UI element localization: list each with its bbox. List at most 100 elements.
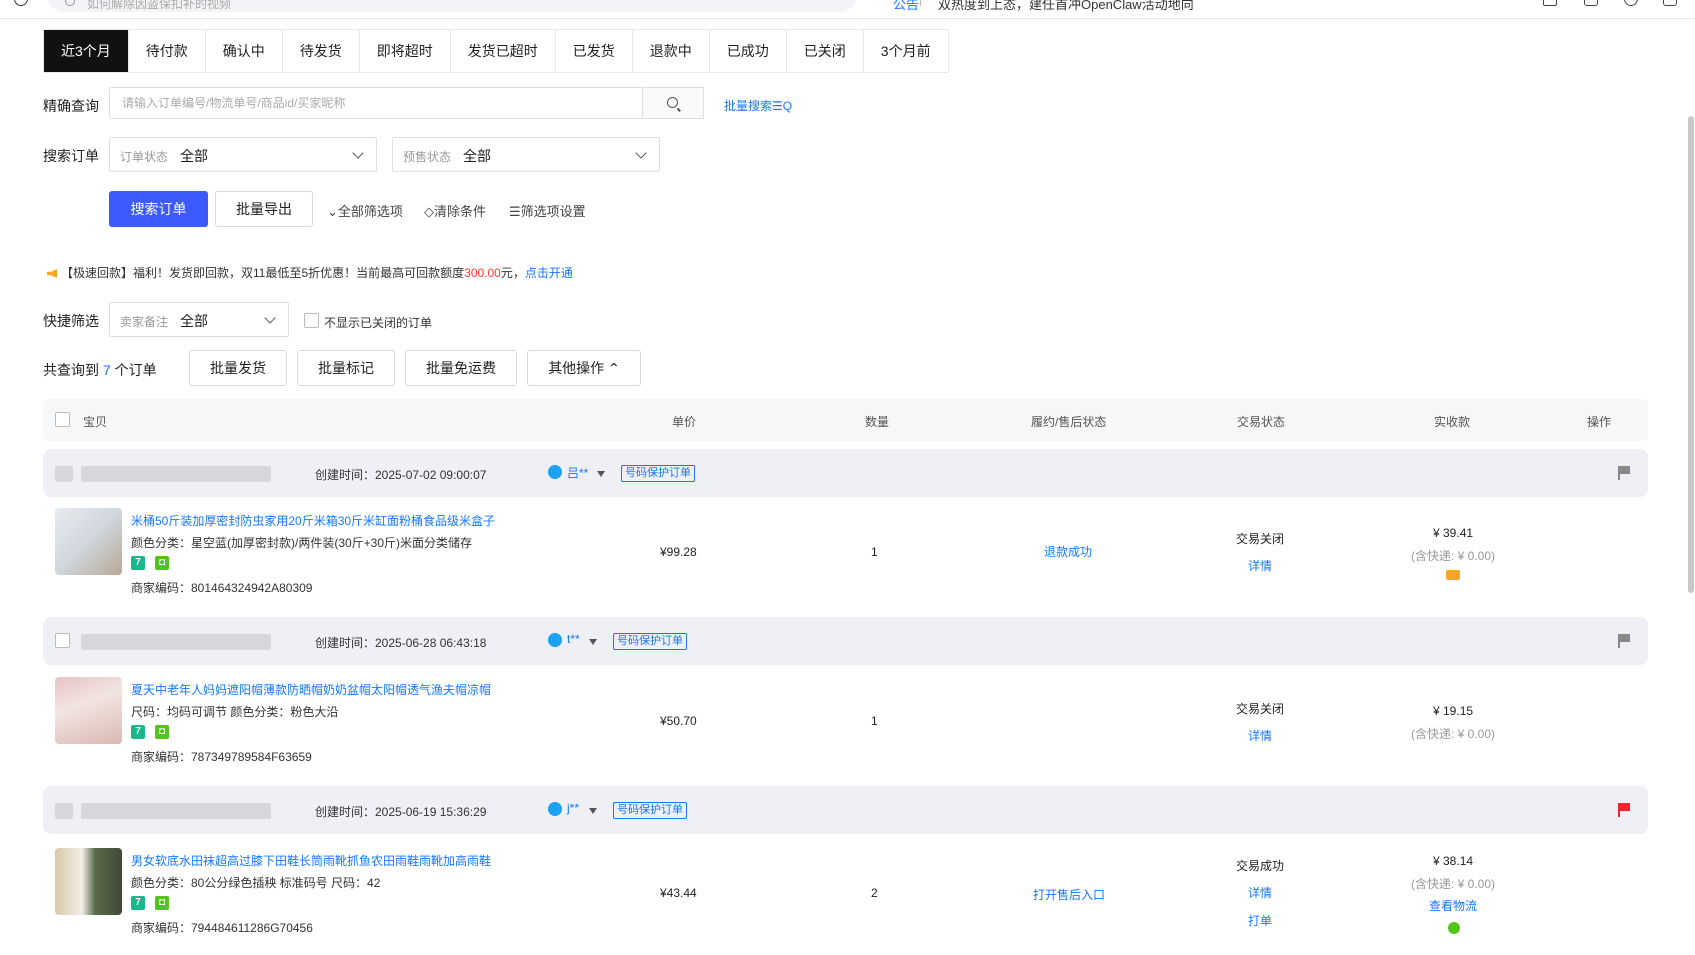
tab-closed[interactable]: 已关闭 [787, 30, 864, 72]
seller-remark-value: 全部 [180, 313, 208, 329]
message-icon[interactable] [1663, 0, 1677, 6]
order-detail-link[interactable]: 详情 [1248, 884, 1272, 901]
merchant-code: 商家编码：801464324942A80309 [131, 581, 313, 595]
order-detail-link[interactable]: 详情 [1248, 727, 1272, 744]
global-search[interactable]: 如何解除因盗保扣补的视频 [47, 0, 857, 12]
hide-closed-label: 不显示已关闭的订单 [324, 316, 433, 330]
promo-suffix: 元， [500, 266, 525, 280]
order-status-value: 全部 [180, 148, 208, 164]
select-all-checkbox[interactable] [55, 412, 70, 427]
tab-pending-payment[interactable]: 待付款 [129, 30, 206, 72]
result-count-suffix: 个订单 [114, 362, 157, 378]
product-spec: 颜色分类：80公分绿色插秧 标准码号 尺码：42 [131, 876, 381, 890]
bulk-free-shipping-button[interactable]: 批量免运费 [405, 350, 517, 386]
calendar-icon[interactable] [1584, 0, 1598, 6]
merchant-code: 商家编码：794484611286G70456 [131, 921, 313, 935]
buyer-chat-icon[interactable] [548, 465, 562, 479]
received-amount: ¥ 39.41 [1433, 526, 1474, 540]
order-checkbox-redacted [55, 803, 73, 819]
chevron-down-icon [264, 312, 276, 324]
flag-icon[interactable] [1618, 634, 1630, 648]
product-title[interactable]: 夏天中老年人妈妈遮阳帽薄款防晒帽奶奶盆帽太阳帽透气渔夫帽凉帽 [131, 681, 491, 698]
notice-text[interactable]: 双热度到上态，建任首冲OpenClaw活动地向 [938, 0, 1194, 13]
chevron-down-icon [352, 147, 364, 159]
product-image[interactable] [55, 848, 122, 915]
buyer-nickname[interactable]: t** [567, 632, 580, 646]
bulk-search-link[interactable]: 批量搜索☰Q [724, 97, 792, 114]
bulk-ship-button[interactable]: 批量发货 [189, 350, 287, 386]
buyer-nickname[interactable]: 吕** [567, 464, 588, 481]
promo-activate-link[interactable]: 点击开通 [525, 266, 573, 280]
promo-text: 【极速回款】福利！发货即回款，双11最低至5折优惠！当前最高可回款额度 [61, 266, 465, 280]
guarantee-icon: ◘ [155, 896, 169, 910]
fulfillment-status[interactable]: 退款成功 [1044, 543, 1092, 560]
tab-timeout-soon[interactable]: 即将超时 [360, 30, 451, 72]
page-scrollbar[interactable] [1688, 116, 1694, 593]
exact-query-search-button[interactable] [643, 87, 704, 119]
payment-card-icon [1446, 570, 1460, 580]
seller-remark-select[interactable]: 卖家备注 全部 [109, 302, 289, 337]
tab-succeeded[interactable]: 已成功 [710, 30, 787, 72]
filter-icon[interactable] [597, 471, 605, 477]
top-bar: 如何解除因盗保扣补的视频 公告 双热度到上态，建任首冲OpenClaw活动地向 [0, 0, 1695, 19]
order-table-header: 宝贝 单价 数量 履约/售后状态 交易状态 实收款 操作 [43, 399, 1648, 441]
order-created-time: 创建时间：2025-06-28 06:43:18 [315, 636, 487, 650]
all-filters-toggle[interactable]: ⌄全部筛选项 [327, 201, 403, 220]
help-icon[interactable] [1624, 0, 1638, 6]
back-icon[interactable] [14, 0, 28, 6]
flag-icon[interactable] [1618, 466, 1630, 480]
tab-confirming[interactable]: 确认中 [206, 30, 283, 72]
bulk-mark-button[interactable]: 批量标记 [297, 350, 395, 386]
product-title[interactable]: 米桶50斤装加厚密封防虫家用20斤米箱30斤米缸面粉桶食品级米盒子 [131, 512, 495, 529]
order-status-select[interactable]: 订单状态 全部 [109, 137, 377, 172]
order-number-redacted [81, 466, 271, 482]
tab-to-ship[interactable]: 待发货 [283, 30, 360, 72]
flag-icon[interactable] [1618, 803, 1630, 817]
product-image[interactable] [55, 677, 122, 744]
buyer-chat-icon[interactable] [548, 802, 562, 816]
shipping-fee: (含快递: ¥ 0.00) [1411, 877, 1496, 891]
open-after-sales-link[interactable]: 打开售后入口 [1033, 886, 1105, 903]
speaker-icon [47, 269, 57, 278]
notice-tag[interactable]: 公告 [893, 0, 919, 13]
clear-filters-button[interactable]: ◇清除条件 [424, 201, 486, 220]
product-title[interactable]: 男女软底水田袜超高过膝下田鞋长筒雨靴抓鱼农田雨鞋雨靴加高雨鞋 [131, 852, 491, 869]
filter-icon[interactable] [589, 639, 597, 645]
number-protection-tag: 号码保护订单 [621, 465, 695, 482]
order-number-redacted [81, 803, 271, 819]
tab-older[interactable]: 3个月前 [864, 30, 948, 72]
order-checkbox[interactable] [55, 633, 70, 648]
view-logistics-link[interactable]: 查看物流 [1429, 897, 1477, 914]
hide-closed-checkbox[interactable] [304, 313, 319, 328]
order-header: 创建时间：2025-06-28 06:43:18 t** 号码保护订单 [43, 617, 1648, 665]
seller-remark-caption: 卖家备注 [120, 315, 169, 329]
presale-status-value: 全部 [463, 148, 491, 164]
notice-divider [920, 0, 921, 6]
buyer-nickname[interactable]: j** [567, 801, 579, 815]
green-logistics-icon [1448, 922, 1460, 934]
presale-status-select[interactable]: 预售状态 全部 [392, 137, 660, 172]
tab-refunding[interactable]: 退款中 [633, 30, 710, 72]
buyer-chat-icon[interactable] [548, 633, 562, 647]
order-detail-link[interactable]: 详情 [1248, 557, 1272, 574]
order-created-time: 创建时间：2025-07-02 09:00:07 [315, 468, 487, 482]
tab-recent-3-months[interactable]: 近3个月 [44, 30, 129, 72]
search-orders-label: 搜索订单 [43, 148, 99, 164]
exact-query-input[interactable]: 请输入订单编号/物流单号/商品id/买家昵称 [109, 87, 643, 119]
other-operations-button[interactable]: 其他操作 ⌃ [527, 350, 641, 386]
search-orders-button[interactable]: 搜索订单 [109, 191, 208, 227]
bookmark-icon[interactable] [1543, 0, 1557, 6]
received-amount: ¥ 38.14 [1433, 854, 1474, 868]
shipping-fee: (含快递: ¥ 0.00) [1411, 549, 1496, 563]
chevron-down-icon [635, 147, 647, 159]
quantity: 1 [871, 714, 878, 728]
filter-settings-button[interactable]: ☰筛选项设置 [509, 201, 586, 220]
orders-page: 如何解除因盗保扣补的视频 公告 双热度到上态，建任首冲OpenClaw活动地向 … [0, 0, 1695, 955]
print-order-link[interactable]: 打单 [1248, 912, 1272, 929]
filter-icon[interactable] [589, 808, 597, 814]
received-amount: ¥ 19.15 [1433, 704, 1474, 718]
tab-shipped[interactable]: 已发货 [556, 30, 633, 72]
tab-ship-overdue[interactable]: 发货已超时 [451, 30, 556, 72]
product-image[interactable] [55, 508, 122, 575]
bulk-export-button[interactable]: 批量导出 [215, 191, 313, 227]
